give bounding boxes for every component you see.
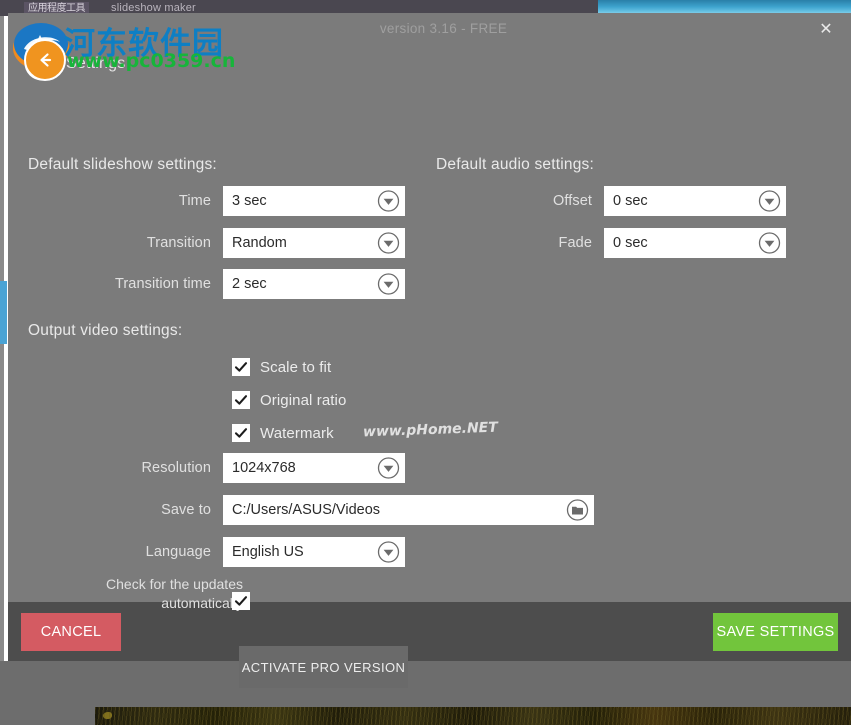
checkbox-scale-to-fit[interactable]: [232, 358, 250, 376]
value-fade: 0 sec: [613, 235, 648, 251]
dropdown-transition[interactable]: Random: [223, 228, 405, 258]
row-resolution: Resolution 1024x768: [28, 453, 405, 483]
label-scale-to-fit: Scale to fit: [260, 358, 332, 376]
watermark-phome: www.pHome.NET: [362, 419, 499, 441]
value-offset: 0 sec: [613, 193, 648, 209]
dropdown-transition-time[interactable]: 2 sec: [223, 269, 405, 299]
value-transition-time: 2 sec: [232, 276, 267, 292]
page-title: Settings: [66, 55, 126, 72]
label-language: Language: [145, 544, 211, 560]
version-label: version 3.16 - FREE: [379, 21, 508, 36]
section-heading-slideshow: Default slideshow settings:: [28, 156, 217, 173]
label-transition: Transition: [146, 235, 211, 251]
dropdown-arrow-icon[interactable]: [758, 190, 781, 213]
close-icon[interactable]: ✕: [815, 19, 837, 41]
save-settings-button[interactable]: SAVE SETTINGS: [713, 612, 838, 651]
settings-dialog: version 3.16 - FREE ✕ Settings Default s…: [8, 13, 851, 688]
checkbox-original-ratio[interactable]: [232, 391, 250, 409]
row-transition-time: Transition time 2 sec: [28, 269, 405, 299]
cancel-button[interactable]: CANCEL: [21, 612, 121, 651]
value-time: 3 sec: [232, 193, 267, 209]
label-offset: Offset: [552, 193, 592, 209]
checkbox-row-scale-to-fit[interactable]: Scale to fit: [232, 358, 331, 376]
section-heading-output: Output video settings:: [28, 322, 183, 339]
label-fade: Fade: [558, 235, 592, 251]
dropdown-arrow-icon[interactable]: [377, 232, 400, 255]
dialog-body: Default slideshow settings: Default audi…: [8, 79, 851, 688]
row-time: Time 3 sec: [28, 186, 405, 216]
label-check-updates-line1: Check for the updates: [106, 576, 243, 592]
dropdown-arrow-icon[interactable]: [377, 273, 400, 296]
checkbox-watermark[interactable]: [232, 424, 250, 442]
background-photo-strip: [95, 707, 851, 725]
value-save-to: C:/Users/ASUS/Videos: [232, 502, 381, 518]
screen: 应用程度工具 slideshow maker – ✕ version 3.16 …: [0, 0, 851, 725]
dropdown-resolution[interactable]: 1024x768: [223, 453, 405, 483]
section-heading-audio: Default audio settings:: [436, 156, 594, 173]
row-language: Language English US: [28, 537, 405, 567]
path-input-save-to[interactable]: C:/Users/ASUS/Videos: [223, 495, 594, 525]
label-save-to: Save to: [161, 502, 211, 518]
dropdown-arrow-icon[interactable]: [377, 541, 400, 564]
value-language: English US: [232, 544, 304, 560]
dropdown-arrow-icon[interactable]: [758, 232, 781, 255]
checkbox-row-watermark[interactable]: Watermark: [232, 424, 334, 442]
value-transition: Random: [232, 235, 287, 251]
dropdown-time[interactable]: 3 sec: [223, 186, 405, 216]
checkbox-check-updates[interactable]: [232, 592, 250, 610]
row-offset: Offset 0 sec: [408, 186, 786, 216]
row-transition: Transition Random: [28, 228, 405, 258]
checkbox-row-check-updates[interactable]: [232, 592, 250, 610]
label-resolution: Resolution: [141, 460, 211, 476]
dropdown-offset[interactable]: 0 sec: [604, 186, 786, 216]
label-original-ratio: Original ratio: [260, 391, 347, 409]
label-check-updates-text: Check for the updates automatically: [33, 575, 243, 613]
background-selection-accent: [0, 281, 7, 344]
dropdown-arrow-icon[interactable]: [377, 457, 400, 480]
dialog-header: version 3.16 - FREE ✕: [8, 13, 851, 49]
label-watermark: Watermark: [260, 424, 334, 442]
dialog-title-row: Settings: [8, 39, 851, 81]
label-check-updates-line2: automatically: [161, 595, 243, 611]
row-save-to: Save to C:/Users/ASUS/Videos: [28, 495, 594, 525]
label-time: Time: [178, 193, 211, 209]
photo-leaf-detail: [103, 712, 112, 719]
dropdown-fade[interactable]: 0 sec: [604, 228, 786, 258]
checkbox-row-original-ratio[interactable]: Original ratio: [232, 391, 346, 409]
folder-icon[interactable]: [566, 499, 589, 522]
dropdown-arrow-icon[interactable]: [377, 190, 400, 213]
value-resolution: 1024x768: [232, 460, 296, 476]
dropdown-language[interactable]: English US: [223, 537, 405, 567]
row-fade: Fade 0 sec: [408, 228, 786, 258]
activate-pro-button[interactable]: ACTIVATE PRO VERSION: [239, 646, 408, 688]
label-transition-time: Transition time: [114, 276, 211, 292]
back-arrow-icon[interactable]: [24, 39, 66, 81]
